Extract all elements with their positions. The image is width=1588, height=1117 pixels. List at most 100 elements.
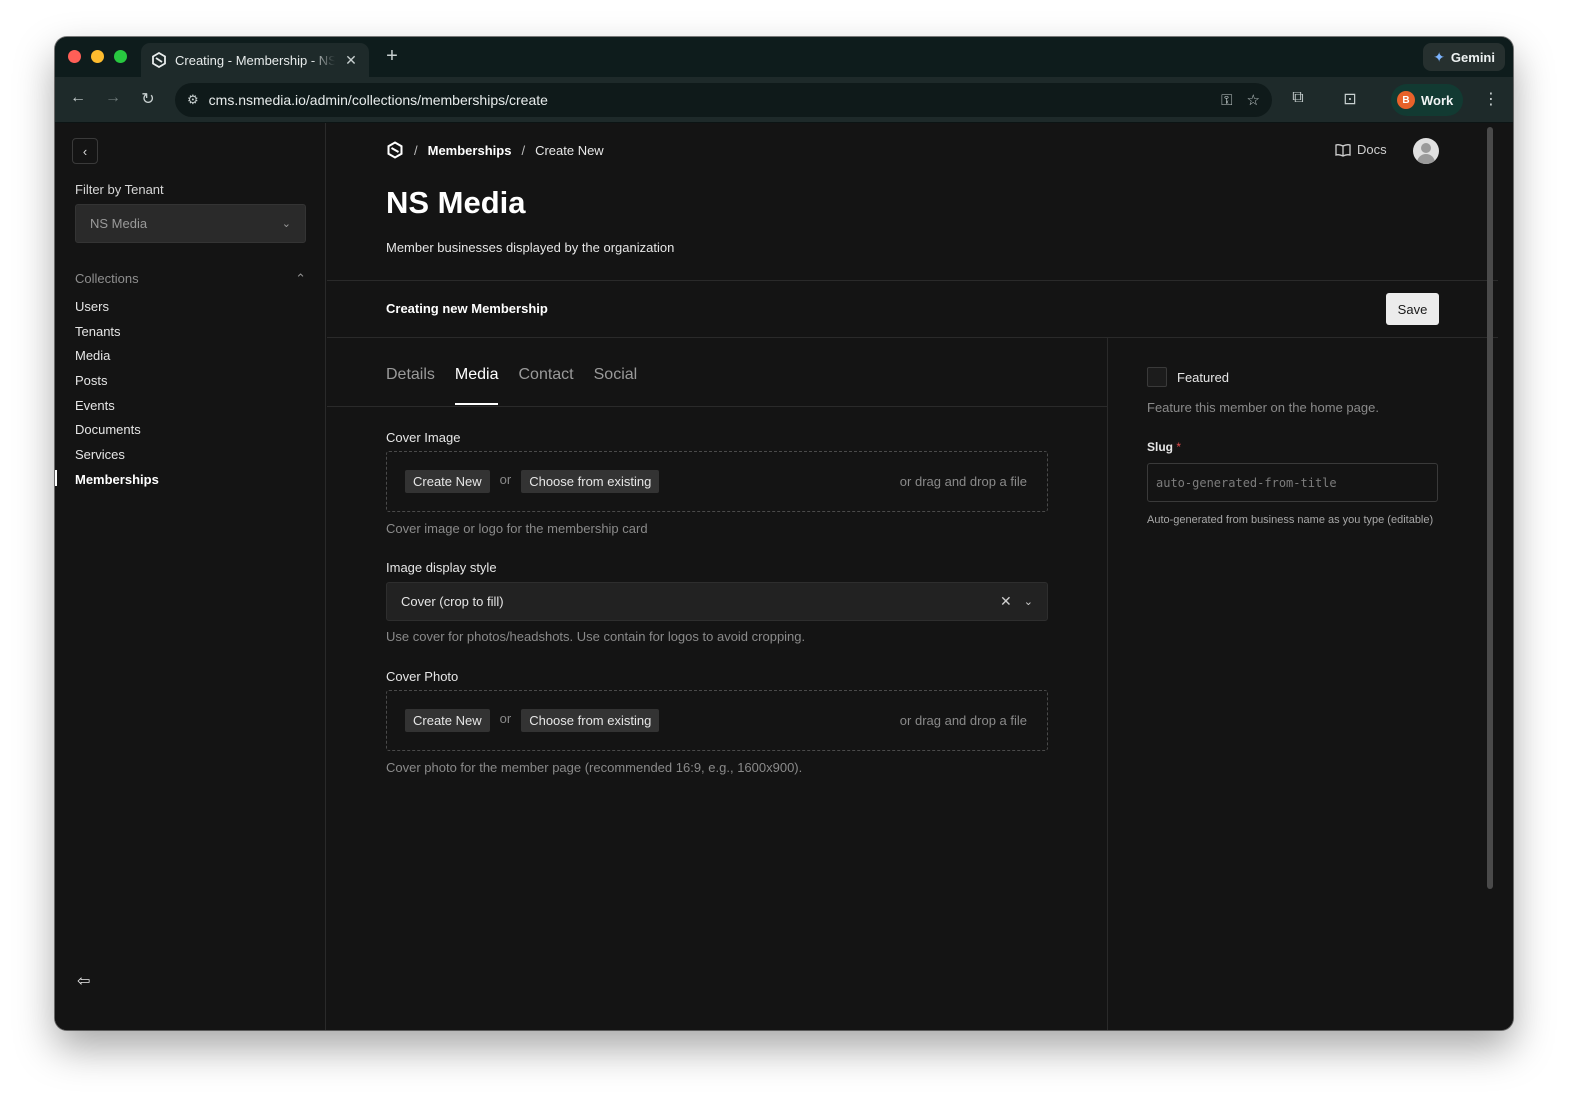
forward-arrow-icon[interactable]: → (102, 89, 124, 107)
browser-tab-active[interactable]: Creating - Membership - NS Media ✕ (141, 43, 369, 77)
sidebar-item-media[interactable]: Media (75, 346, 159, 371)
drag-drop-text: or drag and drop a file (899, 474, 1027, 489)
user-avatar[interactable] (1413, 138, 1439, 164)
gemini-label: Gemini (1450, 49, 1495, 65)
browser-window: Creating - Membership - NS Media ✕ + ✦ G… (55, 37, 1513, 1030)
book-icon (1335, 143, 1351, 157)
chevron-down-icon: ⌄ (281, 218, 291, 230)
bookmark-star-icon[interactable]: ☆ (1247, 91, 1260, 109)
featured-help: Feature this member on the home page. (1147, 400, 1379, 415)
sidebar-item-posts[interactable]: Posts (75, 371, 159, 396)
cms-page: ‹ Filter by Tenant NS Media ⌄ Collection… (55, 123, 1513, 1030)
tab-media[interactable]: Media (454, 366, 498, 405)
profile-button[interactable]: B Work (1391, 84, 1464, 116)
new-tab-button[interactable]: + (380, 45, 404, 68)
cover-image-label: Cover Image (386, 430, 461, 445)
collapse-sidebar-button[interactable]: ‹ (72, 138, 98, 164)
breadcrumb: / Memberships / Create New (386, 141, 604, 159)
divider (327, 280, 1498, 281)
extensions-puzzle-icon[interactable]: ⧉ (1287, 89, 1309, 107)
url-text[interactable]: cms.nsmedia.io/admin/collections/members… (209, 92, 1207, 108)
browser-toolbar: ← → ↻ ⚙ cms.nsmedia.io/admin/collections… (55, 77, 1513, 123)
tab-contact[interactable]: Contact (518, 366, 573, 405)
password-key-icon[interactable]: ⚿ (1221, 92, 1232, 109)
tenant-select[interactable]: NS Media ⌄ (75, 204, 306, 243)
collections-nav: Users Tenants Media Posts Events Documen… (75, 297, 159, 495)
cover-photo-dropzone[interactable]: Create New or Choose from existing or dr… (386, 690, 1048, 751)
close-window-button[interactable] (68, 50, 81, 63)
slug-help: Auto-generated from business name as you… (1147, 514, 1434, 526)
avatar-body (1417, 154, 1435, 164)
gemini-sparkle-icon: ✦ (1433, 48, 1445, 65)
sidebar-item-documents[interactable]: Documents (75, 420, 159, 445)
maximize-window-button[interactable] (114, 50, 127, 63)
display-style-value: Cover (crop to fill) (401, 594, 504, 609)
browser-menu-icon[interactable]: ⋮ (1480, 89, 1502, 109)
page-scrollbar[interactable] (1487, 127, 1493, 889)
breadcrumb-separator: / (414, 142, 418, 158)
avatar-head (1421, 143, 1431, 153)
tab-strip: Creating - Membership - NS Media ✕ + ✦ G… (55, 37, 1513, 77)
cover-image-choose-button[interactable]: Choose from existing (521, 470, 660, 493)
tenant-select-value: NS Media (90, 216, 148, 231)
or-text: or (499, 711, 512, 726)
gemini-button[interactable]: ✦ Gemini (1423, 43, 1505, 71)
breadcrumb-memberships-link[interactable]: Memberships (428, 143, 512, 158)
display-style-label: Image display style (386, 560, 497, 575)
featured-label[interactable]: Featured (1177, 370, 1229, 385)
or-text: or (499, 472, 512, 487)
sidebar: ‹ Filter by Tenant NS Media ⌄ Collection… (55, 123, 326, 1030)
logout-icon[interactable]: ⇦ (77, 971, 90, 991)
breadcrumb-current: Create New (535, 142, 604, 158)
site-settings-icon[interactable]: ⚙ (187, 92, 199, 108)
filter-tenant-label: Filter by Tenant (75, 182, 164, 197)
breadcrumb-separator: / (521, 142, 526, 158)
back-arrow-icon[interactable]: ← (67, 89, 89, 107)
tabs-divider (327, 406, 1107, 407)
cover-image-dropzone[interactable]: Create New or Choose from existing or dr… (386, 451, 1048, 512)
column-divider (1107, 337, 1108, 1030)
cover-photo-help: Cover photo for the member page (recomme… (386, 760, 803, 775)
tab-social[interactable]: Social (594, 366, 638, 405)
sidebar-item-memberships[interactable]: Memberships (75, 470, 159, 495)
cover-photo-create-button[interactable]: Create New (405, 709, 490, 732)
sidebar-item-users[interactable]: Users (75, 297, 159, 322)
chevron-left-icon: ‹ (82, 143, 88, 159)
divider (327, 337, 1498, 338)
clear-selection-icon[interactable]: ✕ (1000, 593, 1012, 610)
form-tabs: Details Media Contact Social (386, 366, 637, 405)
cover-image-create-button[interactable]: Create New (405, 470, 490, 493)
cover-photo-label: Cover Photo (386, 669, 459, 684)
reload-icon[interactable]: ↻ (137, 89, 159, 109)
sidebar-item-tenants[interactable]: Tenants (75, 322, 159, 347)
sidebar-item-services[interactable]: Services (75, 445, 159, 470)
site-favicon-icon (152, 52, 166, 68)
home-logo-icon[interactable] (386, 141, 404, 159)
display-style-help: Use cover for photos/headshots. Use cont… (386, 629, 806, 644)
address-bar[interactable]: ⚙ cms.nsmedia.io/admin/collections/membe… (175, 83, 1272, 117)
chevron-up-icon: ⌃ (295, 271, 306, 286)
save-button[interactable]: Save (1386, 293, 1439, 325)
cover-image-help: Cover image or logo for the membership c… (386, 521, 648, 536)
docs-link[interactable]: Docs (1335, 142, 1387, 157)
page-title: NS Media (386, 185, 526, 220)
slug-label-text: Slug (1147, 440, 1173, 454)
minimize-window-button[interactable] (91, 50, 104, 63)
display-style-select[interactable]: Cover (crop to fill) ✕ ⌄ (386, 582, 1048, 621)
chevron-down-icon[interactable]: ⌄ (1024, 595, 1033, 608)
required-marker: * (1176, 440, 1182, 454)
profile-avatar: B (1397, 91, 1415, 109)
sidebar-item-events[interactable]: Events (75, 396, 159, 421)
tab-details[interactable]: Details (386, 366, 435, 405)
slug-label: Slug * (1147, 440, 1181, 454)
tab-close-icon[interactable]: ✕ (343, 52, 359, 69)
main-content: / Memberships / Create New Docs NS Media… (327, 123, 1498, 1030)
collections-heading: Collections (75, 271, 139, 286)
cover-photo-choose-button[interactable]: Choose from existing (521, 709, 660, 732)
tab-search-icon[interactable]: ⊡ (1339, 89, 1361, 109)
collections-toggle[interactable]: Collections ⌃ (75, 271, 306, 287)
slug-input[interactable] (1147, 463, 1438, 502)
featured-checkbox[interactable] (1147, 367, 1167, 387)
active-nav-indicator (55, 470, 57, 486)
docs-label: Docs (1357, 142, 1387, 157)
